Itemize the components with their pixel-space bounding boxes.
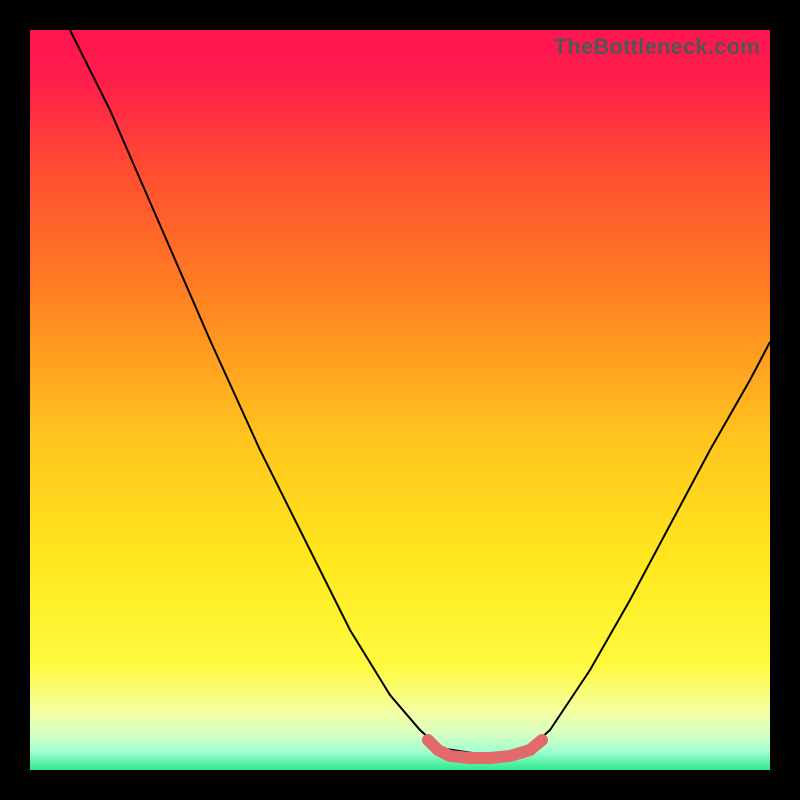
chart-frame: TheBottleneck.com <box>0 0 800 800</box>
black-curve <box>70 30 770 755</box>
highlight-band <box>428 740 542 758</box>
plot-area: TheBottleneck.com <box>30 30 770 770</box>
watermark-text: TheBottleneck.com <box>554 34 760 60</box>
curve-layer <box>30 30 770 770</box>
